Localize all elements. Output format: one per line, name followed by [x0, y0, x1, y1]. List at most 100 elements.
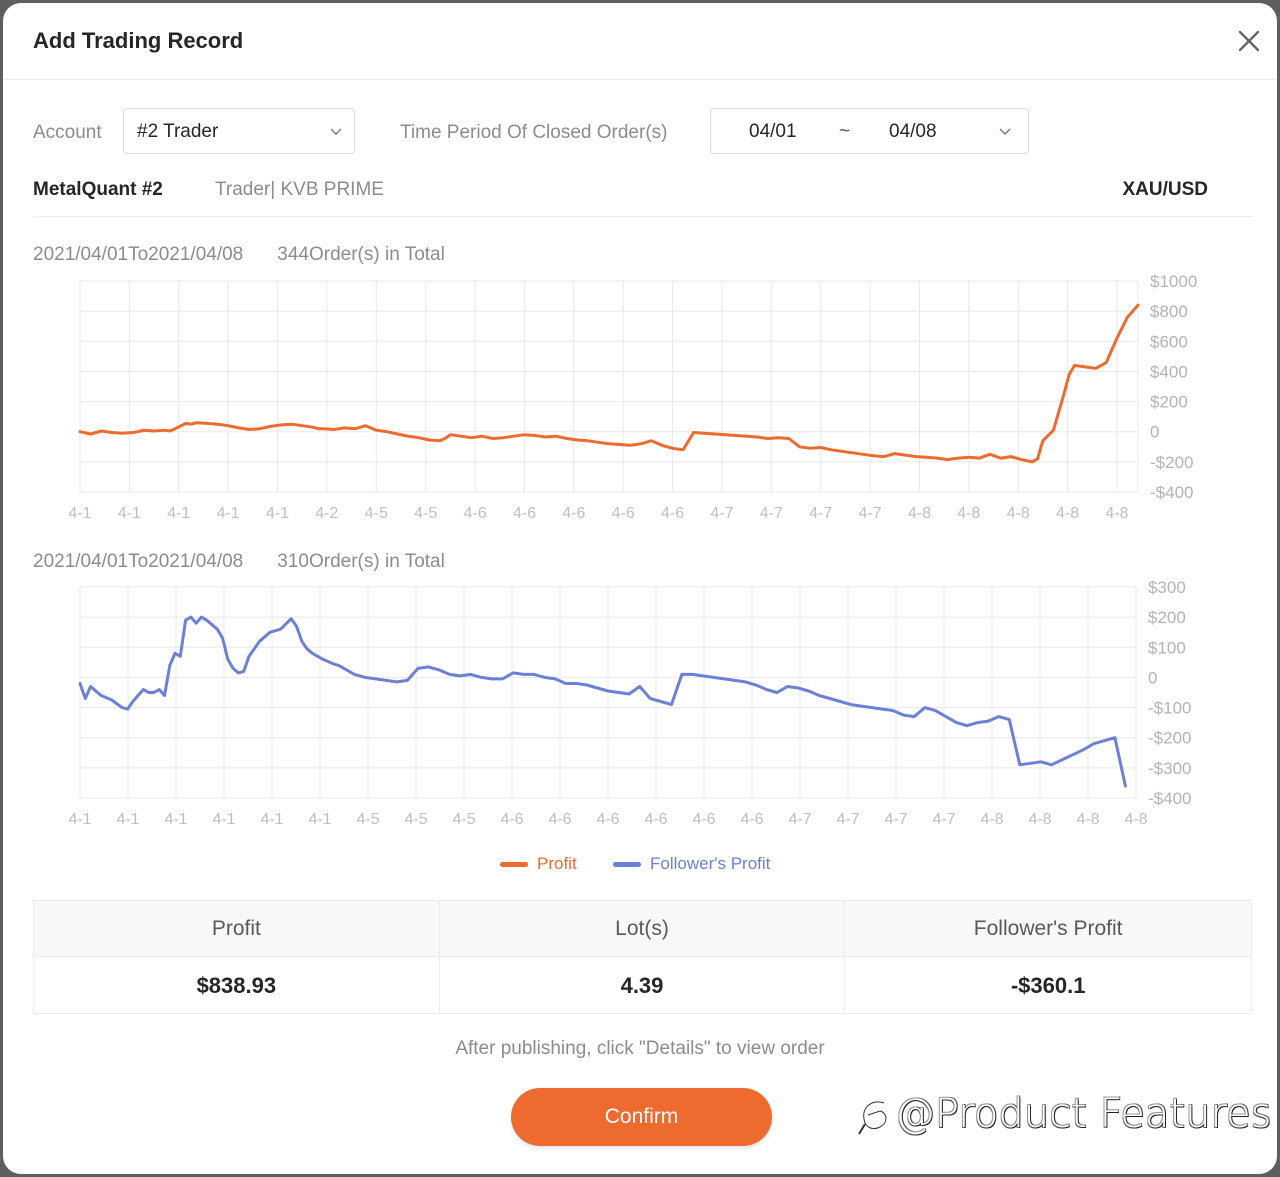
x-tick-label: 4-1	[167, 505, 190, 522]
x-tick-label: 4-1	[212, 811, 235, 828]
x-tick-label: 4-2	[315, 505, 338, 522]
x-tick-label: 4-1	[164, 811, 187, 828]
period-end[interactable]: 04/08	[889, 121, 937, 143]
stats-header-profit: Profit	[34, 901, 440, 957]
add-trading-record-modal: Add Trading Record Account #2 Trader Tim…	[3, 3, 1277, 1174]
account-label: Account	[33, 122, 102, 143]
y-tick-label: -$200	[1148, 729, 1191, 748]
x-tick-label: 4-7	[836, 811, 859, 828]
x-tick-label: 4-7	[710, 505, 733, 522]
x-tick-label: 4-6	[513, 505, 536, 522]
trader-meta: Trader| KVB PRIME	[215, 179, 384, 200]
x-tick-label: 4-1	[217, 505, 240, 522]
x-tick-label: 4-8	[957, 505, 980, 522]
modal-title: Add Trading Record	[33, 28, 244, 53]
stats-table: Profit Lot(s) Follower's Profit $838.93 …	[33, 900, 1252, 1014]
x-tick-label: 4-1	[68, 505, 91, 522]
chevron-down-icon	[329, 124, 343, 138]
profit-chart-caption: 2021/04/01To2021/04/08 344Order(s) in Tot…	[33, 244, 445, 266]
watermark-logo-icon	[858, 1099, 887, 1135]
y-tick-label: -$300	[1148, 759, 1191, 778]
close-button[interactable]	[1235, 27, 1263, 55]
confirm-button[interactable]: Confirm	[511, 1088, 772, 1146]
profit-chart-count: 344Order(s) in Total	[277, 244, 445, 265]
y-tick-label: $300	[1148, 578, 1186, 597]
modal-header: Add Trading Record	[3, 3, 1277, 80]
y-tick-label: $100	[1148, 638, 1186, 657]
x-tick-label: 4-6	[596, 811, 619, 828]
follower-profit-chart: $300 $200 $100 0 -$100 -$200 -$300 -$400 4-1 4-1 4…	[68, 578, 1191, 828]
trader-info-row: MetalQuant #2 Trader| KVB PRIME XAU/USD	[33, 177, 1253, 217]
chart-legend: Profit Follower's Profit	[3, 853, 1277, 877]
x-tick-label: 4-8	[1007, 505, 1030, 522]
legend-swatch-follower-profit	[613, 862, 641, 867]
x-tick-label: 4-1	[116, 811, 139, 828]
y-tick-label: $200	[1150, 393, 1188, 412]
x-tick-label: 4-8	[908, 505, 931, 522]
period-separator: ~	[839, 121, 851, 142]
y-tick-label: $800	[1150, 302, 1188, 321]
series-line-profit	[78, 303, 1140, 464]
x-tick-label: 4-7	[884, 811, 907, 828]
y-tick-label: $200	[1148, 608, 1186, 627]
account-select-value: #2 Trader	[137, 121, 219, 142]
y-tick-label: 0	[1148, 668, 1157, 687]
x-tick-label: 4-8	[1124, 811, 1147, 828]
close-icon	[1238, 30, 1260, 52]
x-tick-label: 4-6	[740, 811, 763, 828]
profit-chart: $1000 $800 $600 $400 $200 0 -$200 -$400 4-1 4-1 4-…	[68, 272, 1197, 522]
x-tick-label: 4-7	[932, 811, 955, 828]
x-tick-label: 4-5	[365, 505, 388, 522]
x-tick-label: 4-7	[760, 505, 783, 522]
y-tick-label: $1000	[1150, 272, 1197, 291]
account-select[interactable]: #2 Trader	[123, 108, 355, 154]
x-tick-label: 4-1	[308, 811, 331, 828]
y-tick-label: 0	[1150, 423, 1159, 442]
x-tick-label: 4-7	[788, 811, 811, 828]
x-tick-label: 4-8	[1076, 811, 1099, 828]
x-tick-label: 4-5	[414, 505, 437, 522]
x-tick-label: 4-1	[266, 505, 289, 522]
y-tick-label: $400	[1150, 362, 1188, 381]
x-tick-label: 4-5	[356, 811, 379, 828]
stats-value-lots: 4.39	[440, 957, 846, 1014]
symbol-label: XAU/USD	[1122, 179, 1208, 200]
legend-swatch-profit	[500, 862, 528, 867]
x-tick-label: 4-6	[644, 811, 667, 828]
x-tick-label: 4-8	[1056, 505, 1079, 522]
x-tick-label: 4-8	[980, 811, 1003, 828]
follower-chart-range: 2021/04/01To2021/04/08	[33, 551, 244, 572]
legend-label-follower-profit: Follower's Profit	[650, 854, 771, 873]
x-tick-label: 4-7	[859, 505, 882, 522]
y-tick-label: -$400	[1148, 789, 1191, 808]
stats-header-lots: Lot(s)	[439, 901, 846, 957]
trader-name: MetalQuant #2	[33, 179, 163, 200]
follower-chart-caption: 2021/04/01To2021/04/08 310Order(s) in Tot…	[33, 551, 445, 573]
x-tick-label: 4-6	[463, 505, 486, 522]
x-tick-label: 4-5	[404, 811, 427, 828]
watermark: @Product Features	[853, 1091, 1272, 1138]
stats-header-follower-profit: Follower's Profit	[845, 901, 1251, 957]
x-tick-label: 4-1	[68, 811, 91, 828]
stats-value-follower-profit: -$360.1	[1010, 972, 1086, 998]
x-tick-label: 4-6	[692, 811, 715, 828]
period-range-picker[interactable]: 04/01 ~ 04/08	[710, 108, 1029, 154]
publish-hint: After publishing, click "Details" to vie…	[455, 1038, 825, 1059]
follower-chart-count: 310Order(s) in Total	[277, 551, 445, 572]
series-line-follower-s-profit	[78, 615, 1127, 788]
period-start[interactable]: 04/01	[749, 121, 797, 143]
x-tick-label: 4-7	[809, 505, 832, 522]
legend-label-profit: Profit	[537, 854, 577, 873]
chevron-down-icon	[998, 124, 1012, 138]
profit-chart-range: 2021/04/01To2021/04/08	[33, 244, 244, 265]
x-tick-label: 4-6	[562, 505, 585, 522]
x-tick-label: 4-6	[500, 811, 523, 828]
y-tick-label: -$400	[1150, 483, 1193, 502]
x-tick-label: 4-6	[548, 811, 571, 828]
period-label: Time Period Of Closed Order(s)	[400, 122, 668, 143]
x-tick-label: 4-1	[118, 505, 141, 522]
x-tick-label: 4-8	[1028, 811, 1051, 828]
filter-row: Account #2 Trader Time Period Of Closed …	[33, 108, 1253, 154]
y-tick-label: -$200	[1150, 453, 1193, 472]
x-tick-label: 4-6	[612, 505, 635, 522]
